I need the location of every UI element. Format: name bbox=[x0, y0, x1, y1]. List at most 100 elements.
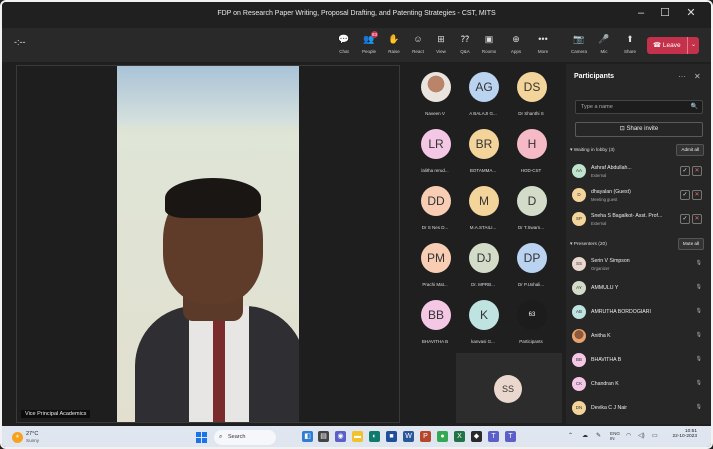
participant-tile[interactable]: DD Dr S Nes D... bbox=[411, 182, 459, 240]
toolbar-apps-button[interactable]: ⊕ Apps bbox=[505, 32, 527, 60]
presenter-row[interactable]: SS Serin V Simpson Organizer 🎙 bbox=[572, 255, 706, 275]
toolbar-button-label: Rooms bbox=[481, 49, 497, 54]
leave-chevron-icon[interactable]: ⌄ bbox=[687, 37, 699, 54]
toolbar-react-button[interactable]: ☺ React bbox=[407, 32, 429, 60]
toolbar-people-button[interactable]: 👥 83 People bbox=[358, 31, 380, 60]
participant-tile[interactable]: D Dr T.Swarn... bbox=[507, 182, 555, 240]
chrome-icon[interactable]: ● bbox=[437, 431, 448, 442]
presenter-row[interactable]: BB BHAVITHA B 🎙 bbox=[572, 351, 706, 371]
toolbar-button-label: React bbox=[412, 49, 424, 54]
presenter-row[interactable]: AB AMRUTHA BORDOGIARI 🎙 bbox=[572, 303, 706, 323]
mute-all-button[interactable]: Mute all bbox=[677, 238, 704, 250]
presenter-row[interactable]: DN Devika C J Nair 🎙 bbox=[572, 399, 706, 419]
self-video-tile[interactable]: SS bbox=[456, 353, 562, 423]
cloud-icon[interactable]: ☁ bbox=[582, 432, 588, 439]
presenter-row[interactable]: CK Chandran K 🎙 bbox=[572, 375, 706, 395]
wifi-icon[interactable]: ◠ bbox=[626, 432, 631, 439]
widgets-icon[interactable]: ▤ bbox=[318, 431, 329, 442]
taskview-icon[interactable]: ◧ bbox=[302, 431, 313, 442]
mic-muted-icon[interactable]: 🎙 bbox=[696, 356, 702, 362]
app-icon[interactable]: ◆ bbox=[471, 431, 482, 442]
toolbar-share-button[interactable]: ⬆ Share bbox=[619, 32, 641, 60]
more-options-icon[interactable]: ··· bbox=[678, 72, 686, 81]
start-button[interactable] bbox=[196, 432, 207, 443]
presenter-row[interactable]: Anitha K 🎙 bbox=[572, 327, 706, 347]
maximize-button[interactable]: ☐ bbox=[656, 6, 674, 20]
store-icon[interactable]: ■ bbox=[386, 431, 397, 442]
avatar: AA bbox=[572, 164, 586, 178]
weather-widget[interactable]: ☀ 27°C Sunny bbox=[12, 430, 52, 446]
pen-icon[interactable]: ✎ bbox=[596, 432, 601, 439]
self-avatar: SS bbox=[494, 375, 522, 403]
battery-icon[interactable]: ▭ bbox=[652, 432, 658, 439]
avatar-initials: 63 bbox=[517, 300, 547, 330]
mic-muted-icon[interactable]: 🎙 bbox=[696, 404, 702, 410]
lobby-participant-row[interactable]: SP Sneha S Bagalkot- Asst. Prof... Externa… bbox=[572, 210, 706, 230]
admit-icon[interactable]: ✓ bbox=[680, 166, 690, 176]
avatar-initials: M bbox=[469, 186, 499, 216]
participant-tile[interactable]: DJ Dr. MPRB... bbox=[459, 239, 507, 297]
share-invite-button[interactable]: ⊡ Share invite bbox=[575, 122, 703, 137]
mic-muted-icon[interactable]: 🎙 bbox=[696, 284, 702, 290]
teams-chat-icon[interactable]: ◉ bbox=[335, 431, 346, 442]
chevron-up-icon[interactable]: ⌃ bbox=[568, 432, 573, 439]
participants-panel: Participants ··· ✕ Type a name 🔍 ⊡ Share… bbox=[566, 64, 711, 424]
participant-name: Dr T.Swarn... bbox=[518, 225, 544, 230]
teams-meeting-icon[interactable]: T bbox=[505, 431, 516, 442]
participant-search-input[interactable]: Type a name 🔍 bbox=[575, 100, 703, 114]
lobby-section-header[interactable]: ▾ Waiting in lobby (3) bbox=[570, 148, 615, 153]
participant-tile[interactable]: LR lalitha rerud... bbox=[411, 125, 459, 183]
toolbar-mic-button[interactable]: 🎤 Mic bbox=[593, 32, 615, 60]
deny-icon[interactable]: ✕ bbox=[692, 214, 702, 224]
deny-icon[interactable]: ✕ bbox=[692, 190, 702, 200]
leave-button[interactable]: ☎ Leave ⌄ bbox=[647, 37, 699, 54]
presenters-section-header[interactable]: ▾ Presenters (20) bbox=[570, 242, 607, 247]
participant-tile[interactable]: DP Dr P.Ushali... bbox=[507, 239, 555, 297]
participant-tile[interactable]: Kkanvasi G... bbox=[459, 296, 507, 354]
mic-muted-icon[interactable]: 🎙 bbox=[696, 308, 702, 314]
powerpoint-icon[interactable]: P bbox=[420, 431, 431, 442]
language-indicator[interactable]: ENG IN bbox=[610, 431, 620, 441]
edge-icon[interactable]: ◐ bbox=[369, 431, 380, 442]
lobby-participant-row[interactable]: AA Ashraf Abdullah... External ✓ ✕ bbox=[572, 162, 706, 182]
toolbar-more-button[interactable]: ••• More bbox=[532, 32, 554, 60]
mic-muted-icon[interactable]: 🎙 bbox=[696, 260, 702, 266]
mic-muted-icon[interactable]: 🎙 bbox=[696, 332, 702, 338]
presenter-row[interactable]: AY AMMULU Y 🎙 bbox=[572, 279, 706, 299]
taskbar-search[interactable]: ⌕ Search bbox=[214, 430, 276, 445]
participant-tile[interactable]: M M.A.STAILI... bbox=[459, 182, 507, 240]
admit-icon[interactable]: ✓ bbox=[680, 190, 690, 200]
sun-icon: ☀ bbox=[12, 432, 23, 443]
participant-tile[interactable]: BB BHAVITHA B bbox=[411, 296, 459, 354]
toolbar-chat-button[interactable]: 💬 Chat bbox=[333, 32, 355, 60]
word-icon[interactable]: W bbox=[403, 431, 414, 442]
clock[interactable]: 10:51 22-10-2023 bbox=[663, 429, 697, 439]
toolbar-view-button[interactable]: ⊞ View bbox=[430, 32, 452, 60]
lobby-participant-row[interactable]: Ddhayalan (Guest) Meeting guest ✓ ✕ bbox=[572, 186, 706, 206]
teams-icon[interactable]: T bbox=[488, 431, 499, 442]
participant-tile[interactable]: BR BOTAMMA... bbox=[459, 125, 507, 183]
deny-icon[interactable]: ✕ bbox=[692, 166, 702, 176]
toolbar-raise-button[interactable]: ✋ Raise bbox=[383, 32, 405, 60]
file-explorer-icon[interactable]: ▬ bbox=[352, 431, 363, 442]
admit-all-button[interactable]: Admit all bbox=[676, 144, 704, 156]
toolbar-rooms-button[interactable]: ▣ Rooms bbox=[478, 32, 500, 60]
participant-tile[interactable]: H HOD-CST bbox=[507, 125, 555, 183]
admit-icon[interactable]: ✓ bbox=[680, 214, 690, 224]
avatar-initials: BB bbox=[421, 300, 451, 330]
volume-icon[interactable]: ◁) bbox=[638, 432, 645, 439]
main-video[interactable]: Vice Principal Academics bbox=[16, 65, 400, 423]
close-panel-icon[interactable]: ✕ bbox=[694, 72, 701, 81]
toolbar-camera-button[interactable]: 📷 Camera bbox=[568, 32, 590, 60]
participant-tile[interactable]: Naveen V bbox=[411, 68, 459, 126]
participant-tile[interactable]: AG A BALAJI G... bbox=[459, 68, 507, 126]
toolbar-q-a-button[interactable]: ⁇ Q&A bbox=[454, 32, 476, 60]
mic-muted-icon[interactable]: 🎙 bbox=[696, 380, 702, 386]
participant-tile[interactable]: DS Dr Shanthi S bbox=[507, 68, 555, 126]
participant-name: BHAVITHA B bbox=[421, 339, 449, 344]
close-button[interactable]: ✕ bbox=[682, 6, 700, 20]
more-participants-tile[interactable]: 63 Participants bbox=[507, 296, 555, 354]
minimize-button[interactable]: – bbox=[632, 6, 650, 20]
participant-tile[interactable]: PM Prachi Mat... bbox=[411, 239, 459, 297]
excel-icon[interactable]: X bbox=[454, 431, 465, 442]
